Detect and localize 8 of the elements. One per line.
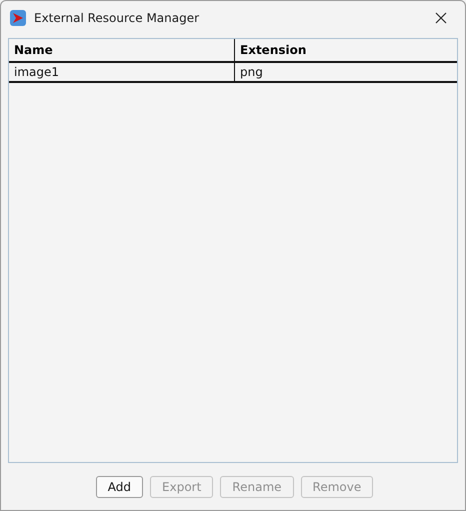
- column-header[interactable]: Name: [9, 39, 234, 62]
- action-button[interactable]: Add: [96, 476, 144, 498]
- close-icon[interactable]: [435, 12, 447, 24]
- column-header[interactable]: Extension: [234, 39, 457, 62]
- table-cell[interactable]: png: [234, 62, 457, 82]
- app-logo-icon: [10, 10, 26, 26]
- window-title: External Resource Manager: [34, 10, 200, 24]
- table-cell[interactable]: image1: [9, 62, 234, 82]
